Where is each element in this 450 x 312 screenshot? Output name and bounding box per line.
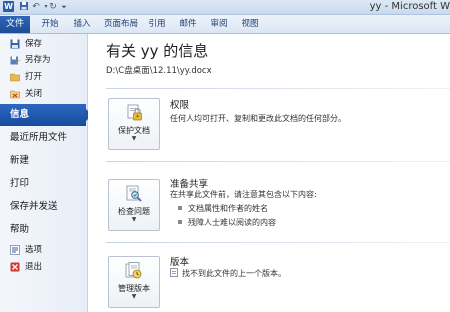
versions-description-text: 找不到此文件的上一个版本。 [182,269,286,278]
versions-description: 找不到此文件的上一个版本。 [170,268,286,279]
versions-title: 版本 [170,257,190,268]
info-pane: 有关 yy 的信息 D:\C盘桌面\12.11\yy.docx 保护文档 ▼ 权… [88,34,450,312]
tab-review[interactable]: 审阅 [207,15,231,33]
open-folder-icon [10,72,20,82]
tab-insert[interactable]: 插入 [70,15,94,33]
list-item: 残障人士难以阅读的内容 [178,217,276,228]
save-quick-icon[interactable] [18,1,30,13]
nav-tab-new-label: 新建 [10,155,30,166]
tab-home[interactable]: 开始 [38,15,62,33]
bullet-icon [178,220,182,224]
divider [106,88,450,89]
title-bar: W ↶ ▾ ↻ ⏷ yy - Microsoft W [0,0,450,15]
nav-close-label: 关闭 [25,89,43,99]
chevron-down-icon: ▼ [131,135,137,142]
protect-document-button[interactable]: 保护文档 ▼ [108,98,160,150]
tab-view[interactable]: 视图 [238,15,262,33]
nav-save[interactable]: 保存 [0,37,87,52]
nav-close[interactable]: 关闭 [0,87,87,102]
nav-tab-recent-label: 最近所用文件 [10,132,68,143]
nav-tab-info-label: 信息 [10,109,30,120]
document-path: D:\C盘桌面\12.11\yy.docx [106,66,212,76]
nav-options-label: 选项 [25,245,43,255]
save-as-icon [10,55,20,65]
protect-document-icon [125,104,143,122]
nav-options[interactable]: 选项 [0,243,87,258]
nav-tab-help[interactable]: 帮助 [0,219,87,241]
prepare-sharing-description: 在共享此文件前，请注意其包含以下内容: [170,190,317,199]
save-icon [10,39,20,49]
divider [106,242,450,243]
nav-open-label: 打开 [25,72,43,82]
permissions-title: 权限 [170,100,190,111]
page-title: 有关 yy 的信息 [106,42,209,60]
chevron-down-icon: ▼ [131,293,137,300]
list-item-text: 残障人士难以阅读的内容 [188,218,276,227]
check-for-issues-button[interactable]: 检查问题 ▼ [108,179,160,231]
nav-tab-print-label: 打印 [10,178,30,189]
customize-quick-access-icon[interactable]: ⏷ [58,1,70,13]
backstage-nav: 保存 另存为 打开 关闭 信息 最近所用文件 新建 打印 保存并发送 帮助 选项… [0,34,92,312]
chevron-down-icon: ▼ [131,216,137,223]
close-document-icon [10,89,20,99]
list-item-text: 文档属性和作者的姓名 [188,204,268,213]
nav-save-as[interactable]: 另存为 [0,53,87,68]
prepare-sharing-title: 准备共享 [170,179,209,190]
ribbon-tabs: 文件 开始 插入 页面布局 引用 邮件 审阅 视图 [0,15,450,34]
options-icon [10,245,20,255]
tab-mailings[interactable]: 邮件 [176,15,200,33]
nav-tab-print[interactable]: 打印 [0,173,87,195]
nav-save-as-label: 另存为 [25,55,51,65]
list-item: 文档属性和作者的姓名 [178,203,268,214]
nav-tab-new[interactable]: 新建 [0,150,87,172]
bullet-icon [178,206,182,210]
word-logo-icon[interactable]: W [3,1,14,12]
nav-exit[interactable]: 退出 [0,260,87,275]
check-for-issues-icon [125,185,143,203]
nav-tab-recent[interactable]: 最近所用文件 [0,127,87,149]
manage-versions-button[interactable]: 管理版本 ▼ [108,256,160,308]
tab-page-layout[interactable]: 页面布局 [101,15,141,33]
document-icon [170,268,178,277]
divider [106,161,450,162]
exit-icon [10,262,20,272]
tab-file[interactable]: 文件 [0,16,30,33]
nav-tab-info[interactable]: 信息 [0,104,92,126]
permissions-description: 任何人均可打开、复制和更改此文档的任何部分。 [170,114,346,123]
nav-open[interactable]: 打开 [0,70,87,85]
tab-references[interactable]: 引用 [145,15,169,33]
manage-versions-icon [125,262,143,280]
nav-tab-save-send-label: 保存并发送 [10,201,58,212]
window-title: yy - Microsoft W [369,1,450,12]
nav-save-label: 保存 [25,39,43,49]
nav-tab-save-send[interactable]: 保存并发送 [0,196,87,218]
nav-tab-help-label: 帮助 [10,224,30,235]
nav-exit-label: 退出 [25,262,43,272]
